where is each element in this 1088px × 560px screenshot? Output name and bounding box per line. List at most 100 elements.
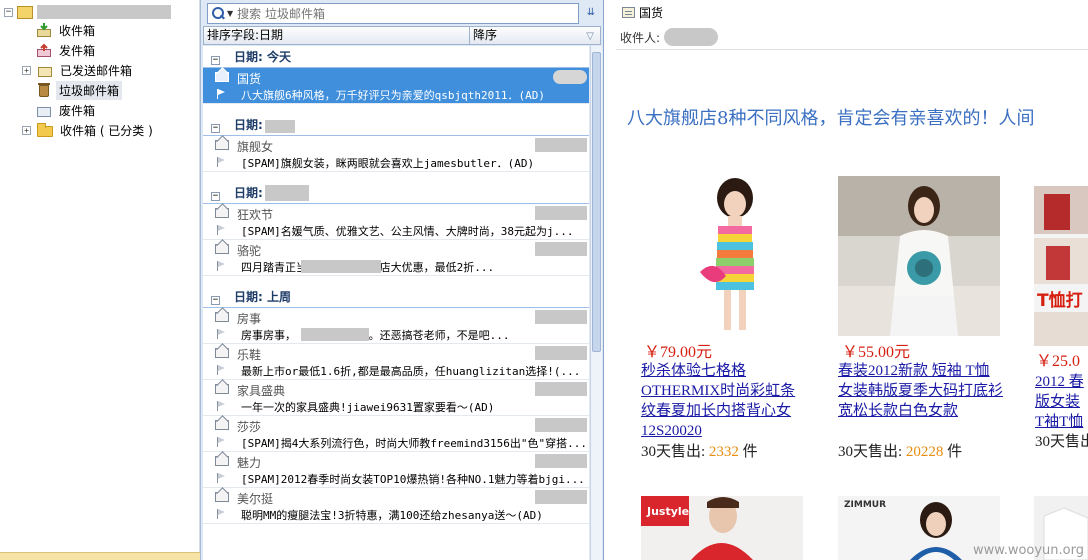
collapse-toggle-icon[interactable]: − <box>211 124 220 133</box>
sent-folder-icon <box>37 63 53 77</box>
message-row[interactable]: 狂欢节 [SPAM]名媛气质、优雅文艺、公主风情、大牌时尚，38元起为j... <box>203 204 589 240</box>
product-image-3[interactable]: T恤打 <box>1034 186 1088 346</box>
product-price-3: ￥25.0 <box>1036 353 1081 370</box>
folder-label: 收件箱 ( 已分类 ) <box>60 123 153 138</box>
message-subject: 最新上市or最低1.6折,都是最高品质，任huanglizitan选择!(... <box>241 365 581 378</box>
collapse-toggle-icon[interactable]: − <box>211 56 220 65</box>
message-sender: 美尔挺 <box>237 492 274 506</box>
sales-unit: 件 <box>742 444 758 460</box>
message-sender: 魅力 <box>237 456 262 470</box>
brand-logo-text: Justyle <box>647 505 690 518</box>
folder-outbox[interactable]: 发件箱 <box>36 40 98 60</box>
message-sender: 家具盛典 <box>237 384 286 398</box>
product-link-2[interactable]: 春装2012新款 短袖 T恤 女装韩版夏季大码打底衫宽松长款白色女款 <box>838 361 1004 421</box>
group-header-date[interactable]: − 日期: <box>203 114 589 136</box>
message-row[interactable]: 骆驼 四月踏青正当时， 官方旗舰店大优惠，最低2折... <box>203 240 589 276</box>
group-header-last-week[interactable]: − 日期: 上周 <box>203 286 589 308</box>
message-sender: 旗舰女 <box>237 140 274 154</box>
message-row[interactable]: 美尔挺 聪明MM的瘦腿法宝!3折特惠，满100还给zhesanya送～(AD) <box>203 488 589 524</box>
folder-tree-pane: − 收件箱 发件箱 + 已发送邮件箱 垃圾邮件箱 废件箱 + 收件箱 ( 已分类… <box>0 0 200 560</box>
message-sender: 房事 <box>237 312 262 326</box>
redacted-date <box>535 138 587 152</box>
folder-deleted[interactable]: 废件箱 <box>36 100 98 120</box>
search-input[interactable] <box>237 6 558 21</box>
collapse-toggle-icon[interactable]: − <box>4 7 13 17</box>
flag-icon[interactable] <box>217 473 227 483</box>
search-icon[interactable] <box>212 7 225 20</box>
product-image-4[interactable]: Justyle <box>641 496 803 560</box>
product-sales-2: 30天售出: 20228 件 <box>838 440 962 461</box>
message-subject: 一年一次的家具盛典!jiawei9631置家要看～(AD) <box>241 401 495 414</box>
message-row[interactable]: 家具盛典 一年一次的家具盛典!jiawei9631置家要看～(AD) <box>203 380 589 416</box>
message-row[interactable]: 旗舰女 [SPAM]旗舰女装，眯两眼就会喜欢上jamesbutler．(AD) <box>203 136 589 172</box>
flag-icon[interactable] <box>217 261 227 271</box>
flag-icon[interactable] <box>217 157 227 167</box>
folder-inbox[interactable]: 收件箱 <box>36 20 98 40</box>
chevron-down-icon[interactable]: ▼ <box>227 9 233 18</box>
product-price-1: ￥79.00元 <box>644 344 713 361</box>
email-headline[interactable]: 八大旗舰店8种不同风格，肯定会有亲喜欢的！人间 <box>627 104 1034 130</box>
collapse-pane-icon[interactable]: ⇊ <box>583 4 599 22</box>
junk-bin-icon <box>36 83 52 97</box>
sales-unit: 件 <box>947 444 963 460</box>
expand-toggle-icon[interactable]: + <box>22 125 31 135</box>
flag-icon[interactable] <box>217 225 227 235</box>
recipient-label: 收件人: <box>620 30 661 45</box>
redacted-date <box>535 454 587 468</box>
group-title: 日期: <box>234 118 263 132</box>
message-subject: 四月踏青正当时， 官方旗舰店大优惠，最低2折... <box>241 261 495 274</box>
message-row[interactable]: 莎莎 [SPAM]揭4大系列流行色，时尚大师教freemind3156出"色"穿… <box>203 416 589 452</box>
folder-root[interactable]: − <box>4 2 171 22</box>
envelope-icon <box>215 348 229 358</box>
dropdown-arrow-icon[interactable]: ▽ <box>586 28 594 45</box>
message-subject: [SPAM]名媛气质、优雅文艺、公主风情、大牌时尚，38元起为j... <box>241 225 574 238</box>
folder-sent[interactable]: + 已发送邮件箱 <box>22 60 135 80</box>
folder-label: 垃圾邮件箱 <box>56 80 123 100</box>
folder-label: 废件箱 <box>59 103 96 118</box>
product-image-1[interactable] <box>694 176 776 336</box>
message-subject: [SPAM]旗舰女装，眯两眼就会喜欢上jamesbutler．(AD) <box>241 157 535 170</box>
sales-count: 2332 <box>708 444 739 460</box>
product-sales-3: 30天售出 <box>1035 434 1088 450</box>
flag-icon[interactable] <box>217 89 227 99</box>
search-box[interactable]: ▼ <box>207 3 579 24</box>
envelope-open-icon <box>215 72 229 82</box>
message-subject: [SPAM]2012春季时尚女装TOP10爆热销!各种NO.1魅力等着bjgi.… <box>241 473 585 486</box>
message-subject: 房事房事， 不可不重视哦。还恶搞苍老师，不是吧... <box>241 329 510 342</box>
envelope-icon <box>215 140 229 150</box>
message-sender: 乐鞋 <box>237 348 262 362</box>
message-list-scrollbar[interactable] <box>590 46 602 560</box>
flag-icon[interactable] <box>217 329 227 339</box>
inbox-icon <box>36 23 52 37</box>
message-row[interactable]: 国货 八大旗舰6种风格，万千好评只为亲爱的qsbjqth2011．(AD) <box>203 68 589 104</box>
message-row[interactable]: 乐鞋 最新上市or最低1.6折,都是最高品质，任huanglizitan选择!(… <box>203 344 589 380</box>
message-row[interactable]: 房事 房事房事， 不可不重视哦。还恶搞苍老师，不是吧... <box>203 308 589 344</box>
product-sales-1: 30天售出: 2332 件 <box>641 440 758 461</box>
sales-count: 20228 <box>905 444 944 460</box>
redacted-date <box>535 382 587 396</box>
flag-icon[interactable] <box>217 509 227 519</box>
flag-icon[interactable] <box>217 401 227 411</box>
flag-icon[interactable] <box>217 365 227 375</box>
product-image-2[interactable] <box>838 176 1000 336</box>
product-link-1[interactable]: 秒杀体验七格格OTHERMIX时尚彩虹条纹春夏加长内搭背心女12S20020 <box>641 361 805 441</box>
sort-bar: 排序字段:日期 降序 ▽ <box>203 26 601 45</box>
folder-junk[interactable]: 垃圾邮件箱 <box>36 80 123 100</box>
scrollbar-thumb[interactable] <box>592 52 601 352</box>
group-header-date[interactable]: − 日期: <box>203 182 589 204</box>
brand-logo-text: ZIMMUR <box>844 500 887 510</box>
group-header-today[interactable]: − 日期: 今天 <box>203 46 589 68</box>
flag-icon[interactable] <box>217 437 227 447</box>
collapse-toggle-icon[interactable]: − <box>211 192 220 201</box>
folder-label: 已发送邮件箱 <box>60 63 133 78</box>
folder-label: 收件箱 <box>59 23 96 38</box>
message-row[interactable]: 魅力 [SPAM]2012春季时尚女装TOP10爆热销!各种NO.1魅力等着bj… <box>203 452 589 488</box>
folder-categorized[interactable]: + 收件箱 ( 已分类 ) <box>22 120 156 140</box>
sort-field-selector[interactable]: 排序字段:日期 <box>204 27 470 44</box>
recipient-row: 收件人: <box>620 28 719 46</box>
envelope-icon <box>215 420 229 430</box>
collapse-toggle-icon[interactable]: − <box>211 296 220 305</box>
product-link-3[interactable]: 2012 春版女装T袖T恤打 <box>1035 372 1088 432</box>
sort-order-selector[interactable]: 降序 ▽ <box>470 27 600 44</box>
expand-toggle-icon[interactable]: + <box>22 65 31 75</box>
